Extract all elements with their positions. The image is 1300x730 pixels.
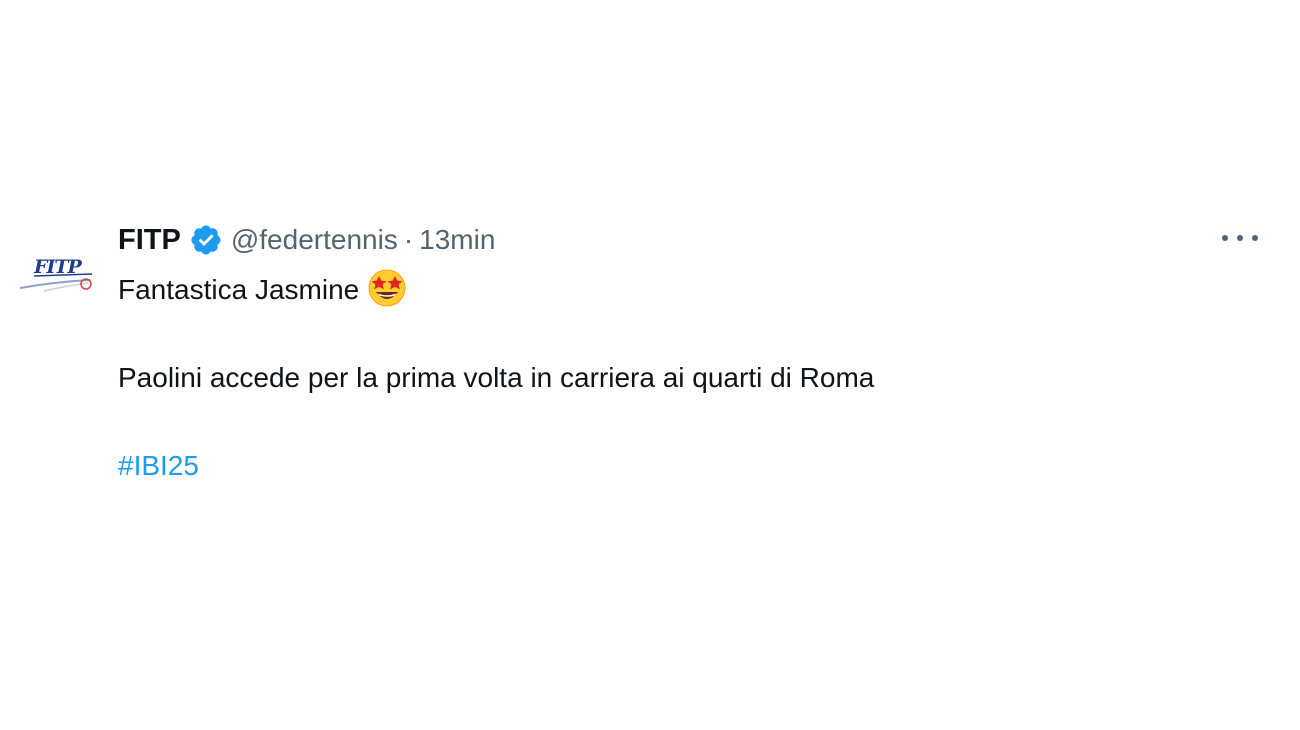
more-options-icon[interactable] [1222,224,1258,252]
avatar[interactable]: FITP [14,228,98,312]
star-struck-emoji-icon [368,269,406,307]
more-dot [1222,235,1228,241]
timestamp[interactable]: 13min [419,224,495,256]
hashtag-link[interactable]: #IBI25 [118,450,199,481]
text-line: #IBI25 [118,444,1198,488]
separator-dot: · [403,224,414,255]
tweet[interactable]: FITP FITP @federtennis · 13min Fantastic… [0,210,1300,510]
tweet-text: Fantastica Jasmine Paolini accede per la… [118,268,1198,488]
text-line: Paolini accede per la prima volta in car… [118,356,1198,400]
more-dot [1237,235,1243,241]
text-line: Fantastica Jasmine [118,268,1198,312]
verified-badge-icon [191,225,221,255]
author-handle[interactable]: @federtennis [231,224,398,256]
author-name[interactable]: FITP [118,224,181,257]
text-line-1: Fantastica Jasmine [118,274,360,305]
tweet-header: FITP @federtennis · 13min [118,220,495,260]
more-dot [1252,235,1258,241]
fitp-logo-icon: FITP [14,228,98,312]
text-line-2: Paolini accede per la prima volta in car… [118,362,875,393]
